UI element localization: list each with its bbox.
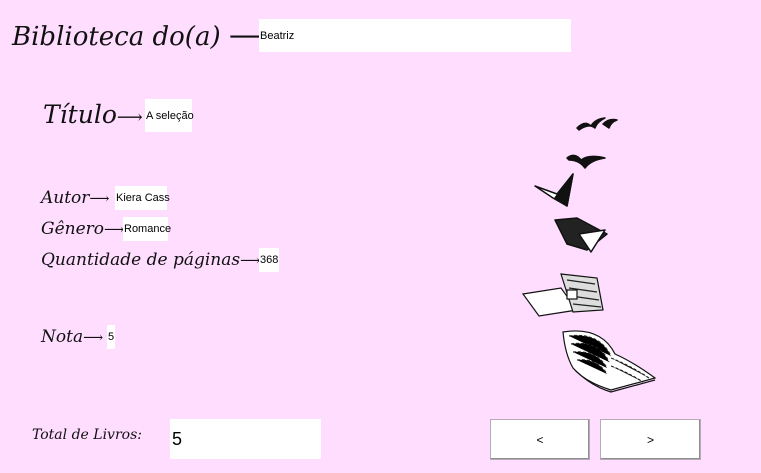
- author-label-text: Autor: [41, 188, 90, 208]
- pages-label: Quantidade de páginas⟶: [41, 250, 260, 270]
- next-button[interactable]: >: [600, 419, 701, 460]
- rating-arrow: ⟶: [83, 330, 104, 346]
- title-arrow: ⟶: [116, 107, 143, 128]
- title-label-text: Título: [43, 100, 117, 129]
- author-label: Autor⟶: [41, 188, 110, 208]
- pages-arrow: ⟶: [240, 253, 261, 269]
- prev-button[interactable]: <: [490, 419, 590, 460]
- pages-field[interactable]: 368: [259, 248, 279, 272]
- rating-field[interactable]: 5: [107, 325, 115, 349]
- genre-field[interactable]: Romance: [123, 217, 171, 241]
- author-field[interactable]: Kiera Cass: [115, 186, 170, 210]
- pages-label-text: Quantidade de páginas: [41, 250, 241, 270]
- rating-label-text: Nota: [41, 327, 84, 347]
- library-label-text: Biblioteca do(a): [12, 22, 221, 52]
- author-arrow: ⟶: [89, 191, 110, 207]
- library-owner-field[interactable]: Beatriz: [259, 19, 571, 52]
- library-label: Biblioteca do(a) ⟶: [12, 22, 266, 52]
- title-field[interactable]: A seleção: [145, 99, 194, 132]
- title-label: Título⟶: [43, 100, 143, 129]
- genre-label-text: Gênero: [41, 219, 105, 239]
- total-label: Total de Livros:: [32, 427, 142, 443]
- genre-arrow: ⟶: [104, 222, 125, 238]
- genre-label: Gênero⟶: [41, 219, 124, 239]
- flying-books-icon: [521, 117, 657, 393]
- total-field[interactable]: 5: [170, 419, 321, 459]
- rating-label: Nota⟶: [41, 327, 103, 347]
